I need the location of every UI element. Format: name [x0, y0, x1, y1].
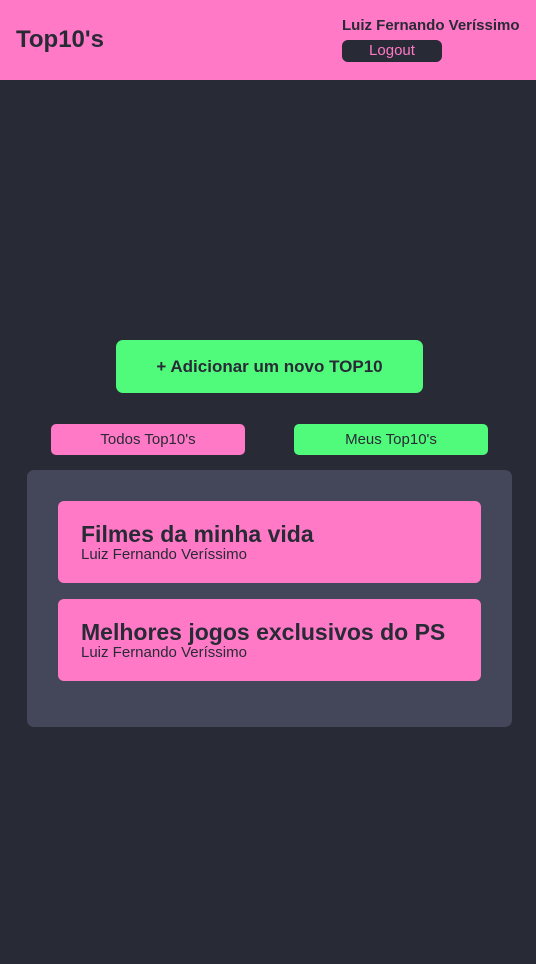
tab-my-top10s[interactable]: Meus Top10's: [294, 424, 488, 455]
logout-button[interactable]: Logout: [342, 40, 442, 62]
top10-author: Luiz Fernando Veríssimo: [81, 546, 247, 563]
app-header: Top10's Luiz Fernando Veríssimo Logout: [0, 0, 536, 80]
brand-title[interactable]: Top10's: [16, 24, 104, 56]
top10-card[interactable]: Filmes da minha vida Luiz Fernando Verís…: [58, 501, 481, 583]
top10-author: Luiz Fernando Veríssimo: [81, 644, 247, 661]
user-name: Luiz Fernando Veríssimo: [342, 17, 520, 34]
top10-title: Filmes da minha vida: [81, 521, 314, 547]
tab-all-top10s[interactable]: Todos Top10's: [51, 424, 245, 455]
top10-title: Melhores jogos exclusivos do PS: [81, 619, 446, 645]
add-top10-button[interactable]: + Adicionar um novo TOP10: [116, 340, 423, 393]
top10-card[interactable]: Melhores jogos exclusivos do PS Luiz Fer…: [58, 599, 481, 681]
top10-list-panel: Filmes da minha vida Luiz Fernando Verís…: [27, 470, 512, 727]
